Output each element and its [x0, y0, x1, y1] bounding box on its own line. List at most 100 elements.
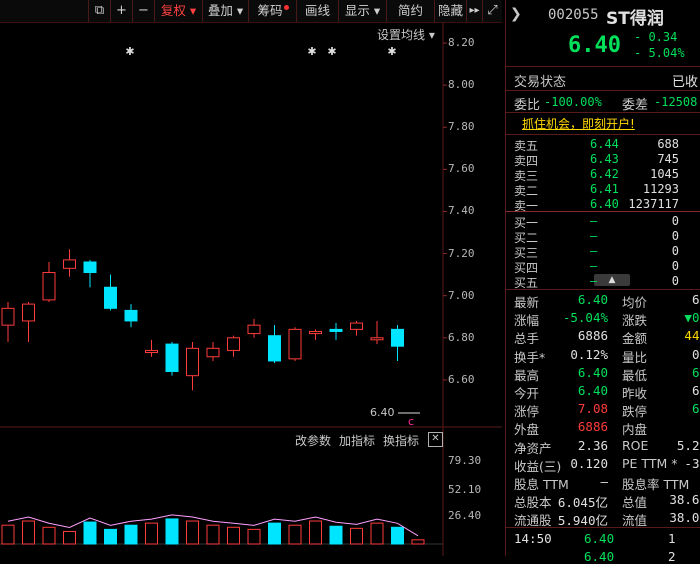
bid-level-price: — — [590, 244, 598, 258]
candle-body — [268, 335, 281, 362]
price-axis-label: 7.60 — [448, 162, 475, 176]
candle-body — [288, 328, 302, 360]
volume-bar — [411, 539, 425, 545]
stat-value: -5.04% — [562, 310, 608, 326]
bid-level-volume: 0 — [671, 259, 679, 273]
draw-line-button[interactable]: 画线 — [296, 0, 338, 22]
stat-label: 涨跌 — [622, 313, 648, 329]
stat-label: 跌停 — [622, 404, 648, 420]
fullscreen-icon[interactable]: ⤢ — [482, 0, 502, 22]
stat-label: 最低 — [622, 367, 648, 383]
quote-panel: ❯ 002055 ST得润 6.40 - 0.34 - 5.04% 交易状态 已… — [505, 0, 700, 564]
stat-value: 6. — [691, 383, 700, 398]
volume-bar — [268, 522, 281, 545]
tick-time: 14:50 — [514, 531, 552, 546]
volume-bar — [329, 525, 343, 545]
stat-label: 最高 — [514, 367, 540, 383]
ask-level-volume: 1237117 — [628, 197, 679, 211]
stat-label: 涨停 — [514, 404, 540, 420]
stat-label: 外盘 — [514, 422, 540, 438]
tick-vol: 2 — [668, 549, 676, 564]
volume-bar — [391, 526, 404, 545]
ask-level-label: 卖一 — [514, 199, 539, 213]
stat-label: 今开 — [514, 386, 540, 401]
price-change-pct: - 5.04% — [634, 46, 685, 60]
stat-value: 7.08 — [577, 401, 608, 417]
window-icon[interactable]: ⧉ — [88, 0, 110, 22]
chips-button[interactable]: 筹码 — [248, 0, 296, 22]
stat-value: 6.40 — [577, 292, 608, 307]
simple-button[interactable]: 简约 — [386, 0, 434, 22]
tick-vol: 1 — [668, 531, 676, 546]
zoom-out-button[interactable]: − — [132, 0, 154, 22]
volume-bar — [309, 520, 322, 545]
ask-level-price: 6.41 — [590, 182, 619, 196]
bid-level-price: — — [590, 214, 598, 228]
stat-label: 股息率 TTM — [622, 477, 690, 492]
ask-level-price: 6.40 — [590, 197, 619, 211]
overlay-button[interactable]: 叠加 ▾ — [202, 0, 248, 22]
volume-bar — [350, 527, 363, 545]
last-price-marker: 6.40 — [370, 406, 395, 419]
expand-arrows-icon[interactable]: ▸▸ — [466, 0, 482, 22]
stat-value: 6. — [691, 292, 700, 307]
stat-label: 流通股 — [514, 513, 552, 529]
candle-body — [124, 309, 138, 322]
stat-label: ROE — [622, 437, 649, 453]
bid-level-volume: 0 — [671, 244, 679, 258]
zoom-in-button[interactable]: + — [110, 0, 132, 22]
collapse-chevron-icon[interactable]: ▲ — [594, 274, 630, 286]
stat-value: 6. — [691, 401, 700, 417]
candle-body — [1, 307, 15, 326]
display-button[interactable]: 显示 ▾ — [338, 0, 386, 22]
switch-indicator-link[interactable]: 换指标 — [383, 432, 419, 449]
candle-body — [391, 328, 404, 347]
stat-label: 昨收 — [622, 386, 648, 401]
candle-body — [22, 303, 35, 322]
price-axis-label: 6.60 — [448, 372, 475, 386]
candle-body — [227, 337, 240, 351]
stat-label: 流值 — [622, 513, 648, 529]
event-star-icon: ✱ — [125, 45, 134, 58]
volume-bar — [247, 528, 261, 545]
stat-value: 38.69 — [669, 492, 700, 508]
volume-bar — [145, 522, 158, 545]
stat-value: 0.120 — [570, 455, 608, 471]
stat-value: 6886 — [577, 328, 608, 344]
stat-value: — — [600, 474, 608, 489]
candle-body — [309, 330, 322, 335]
stat-value: ▼0. — [684, 310, 700, 326]
stock-name: ST得润 — [606, 9, 664, 29]
add-indicator-link[interactable]: 加指标 — [339, 432, 375, 449]
stat-label: PE TTM * — [622, 455, 678, 471]
price-axis-label: 6.80 — [448, 330, 475, 344]
bid-level-price: — — [590, 259, 598, 273]
modify-params-link[interactable]: 改参数 — [295, 432, 331, 449]
hide-button[interactable]: 隐藏 — [434, 0, 466, 22]
trade-status-value: 已收 — [672, 75, 699, 90]
price-change: - 0.34 — [634, 30, 678, 44]
bid-level-volume: 0 — [671, 229, 679, 243]
adjust-rights-button[interactable]: 复权 ▾ — [154, 0, 202, 22]
order-diff-label: 委差 — [622, 98, 649, 113]
order-diff-value: -12508 — [654, 95, 698, 109]
volume-bar — [42, 526, 56, 545]
open-account-link[interactable]: 抓住机会，即刻开户! — [522, 115, 635, 132]
stat-label: 总值 — [622, 495, 648, 511]
stat-label: 最新 — [514, 295, 540, 310]
volume-axis-label: 26.40 — [448, 509, 482, 523]
close-indicator-icon[interactable]: ✕ — [428, 432, 443, 447]
kline-chart[interactable]: ✱ ✱ ✱ ✱ 设置均线 ▾ 改参数 加指标 换指标 ✕ 6.40 c 8.20 8.0… — [0, 22, 502, 556]
candle-body — [350, 322, 363, 330]
tick-price: 6.40 — [584, 531, 615, 546]
stat-label: 股息 TTM — [514, 477, 569, 492]
stat-value: 0.12% — [570, 346, 608, 362]
candle-body — [83, 261, 97, 274]
candle-body — [145, 349, 158, 354]
event-star-icon: ✱ — [307, 45, 316, 58]
trade-status-label: 交易状态 — [514, 75, 567, 90]
ask-level-volume: 745 — [657, 152, 679, 166]
expand-panel-icon[interactable]: ❯ — [510, 6, 522, 22]
ma-settings-link[interactable]: 设置均线 ▾ — [377, 26, 435, 43]
stat-value: -3. — [684, 455, 700, 471]
